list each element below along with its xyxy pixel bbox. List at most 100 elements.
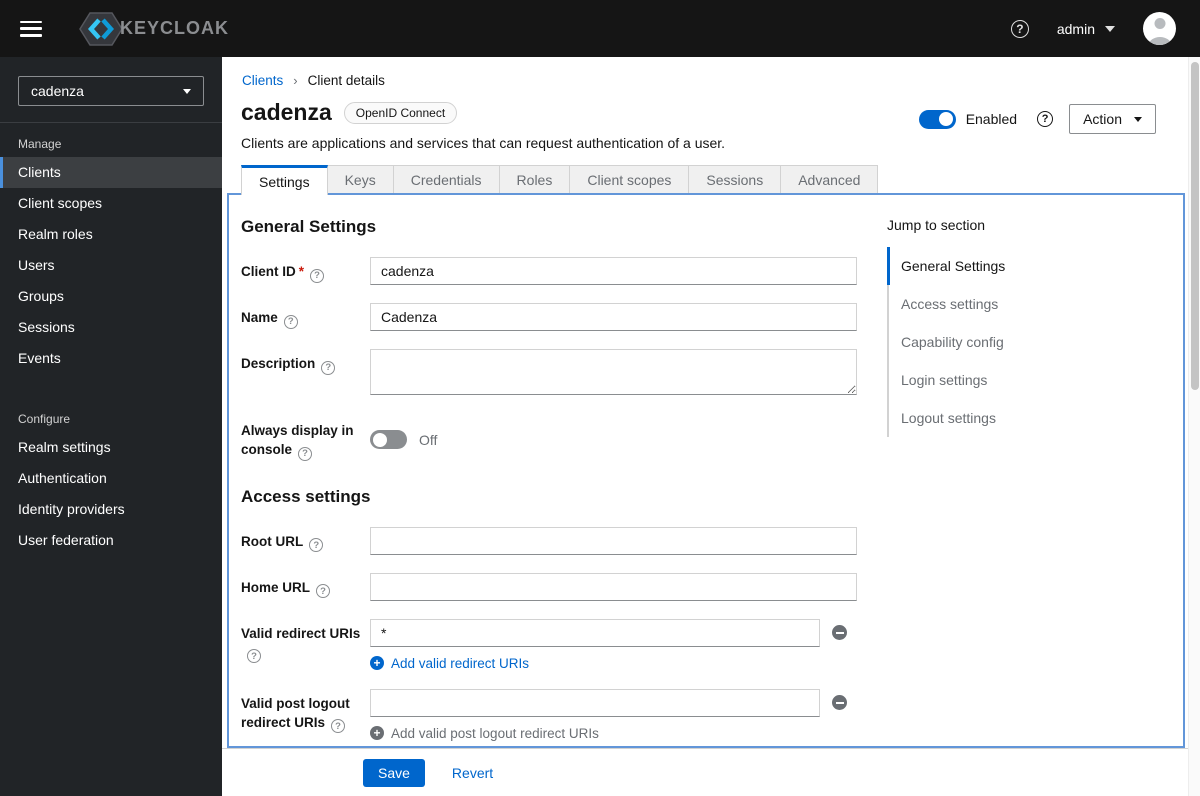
realm-selector-value: cadenza (31, 83, 84, 99)
jump-item-logout-settings[interactable]: Logout settings (887, 399, 1167, 437)
sidebar-item-realm-settings[interactable]: Realm settings (0, 432, 222, 463)
menu-toggle-icon[interactable] (20, 20, 42, 37)
help-icon[interactable] (309, 538, 324, 552)
action-dropdown[interactable]: Action (1069, 104, 1156, 134)
jump-item-access-settings[interactable]: Access settings (887, 285, 1167, 323)
settings-panel: General Settings Client ID* Name (227, 193, 1185, 748)
nav-group-title-manage: Manage (18, 137, 62, 151)
access-settings-heading: Access settings (241, 486, 371, 506)
root-url-row: Root URL (241, 526, 869, 555)
remove-post-logout-uri-button[interactable] (832, 695, 847, 710)
scrollbar-thumb[interactable] (1191, 62, 1199, 390)
always-display-row: Always display in console Off (241, 416, 869, 461)
sidebar: cadenza Manage Clients Client scopes Rea… (0, 57, 222, 796)
nav-group-title-configure: Configure (18, 412, 71, 426)
sidebar-item-identity-providers[interactable]: Identity providers (0, 494, 222, 525)
tab-sessions[interactable]: Sessions (689, 165, 782, 193)
username: admin (1056, 20, 1095, 37)
valid-redirect-uri-input[interactable] (370, 618, 820, 647)
sidebar-item-events[interactable]: Events (0, 343, 222, 374)
chevron-down-icon (183, 88, 191, 94)
help-icon[interactable] (298, 446, 313, 461)
description-label: Description (241, 356, 316, 371)
help-icon[interactable] (247, 649, 261, 663)
name-input[interactable] (370, 303, 857, 331)
post-logout-uri-input[interactable] (370, 688, 820, 717)
name-label: Name (241, 310, 278, 325)
always-display-toggle[interactable] (370, 430, 407, 450)
jump-item-general-settings[interactable]: General Settings (887, 247, 1167, 285)
valid-redirect-uris-row: Valid redirect URIs + Add valid redirect… (241, 618, 869, 671)
masthead: KEYCLOAK ? admin (0, 0, 1200, 57)
jump-item-login-settings[interactable]: Login settings (887, 361, 1167, 399)
tab-roles[interactable]: Roles (499, 165, 571, 193)
keycloak-logo-icon (79, 11, 123, 46)
revert-button[interactable]: Revert (452, 765, 493, 781)
toggle-state-label: Off (419, 431, 438, 448)
tab-settings[interactable]: Settings (241, 165, 328, 195)
home-url-row: Home URL (241, 572, 869, 601)
required-indicator: * (298, 264, 305, 279)
realm-selector[interactable]: cadenza (18, 76, 204, 106)
sidebar-item-sessions[interactable]: Sessions (0, 312, 222, 343)
main-content: Clients Client details cadenza OpenID Co… (222, 57, 1200, 796)
help-icon[interactable] (310, 268, 325, 283)
enabled-label: Enabled (965, 111, 1018, 127)
page-header: cadenza OpenID Connect Clients are appli… (241, 99, 725, 151)
keycloak-logo: KEYCLOAK (78, 10, 229, 48)
breadcrumb: Clients Client details (242, 73, 385, 88)
tab-client-scopes[interactable]: Client scopes (570, 165, 690, 193)
save-button[interactable]: Save (363, 758, 425, 787)
page-subtitle: Clients are applications and services th… (241, 135, 726, 151)
sidebar-item-authentication[interactable]: Authentication (0, 463, 222, 494)
name-row: Name (241, 303, 869, 331)
user-menu-dropdown[interactable]: admin (1057, 21, 1115, 37)
brand-text: KEYCLOAK (120, 18, 230, 38)
help-icon[interactable]: ? (1010, 19, 1029, 38)
breadcrumb-clients-link[interactable]: Clients (242, 73, 283, 88)
help-icon[interactable] (331, 719, 346, 733)
chevron-down-icon (1134, 116, 1142, 122)
sidebar-item-users[interactable]: Users (0, 250, 222, 281)
enabled-toggle[interactable] (918, 109, 956, 129)
tab-advanced[interactable]: Advanced (781, 165, 879, 193)
root-url-input[interactable] (370, 526, 857, 555)
plus-circle-icon: + (370, 656, 384, 670)
remove-redirect-uri-button[interactable] (832, 625, 847, 640)
avatar[interactable] (1143, 12, 1176, 45)
help-icon[interactable] (321, 360, 336, 375)
help-icon[interactable] (316, 584, 331, 598)
sidebar-item-clients[interactable]: Clients (0, 157, 222, 188)
protocol-badge: OpenID Connect (343, 101, 458, 124)
client-id-row: Client ID * (241, 257, 869, 285)
tab-credentials[interactable]: Credentials (393, 165, 500, 193)
home-url-label: Home URL (241, 579, 311, 595)
add-redirect-uri-button[interactable]: + Add valid redirect URIs (370, 656, 529, 671)
description-textarea[interactable] (370, 349, 857, 395)
description-row: Description (241, 349, 869, 398)
sidebar-item-groups[interactable]: Groups (0, 281, 222, 312)
sidebar-item-realm-roles[interactable]: Realm roles (0, 219, 222, 250)
jump-item-capability-config[interactable]: Capability config (887, 323, 1167, 361)
help-icon[interactable] (1037, 111, 1054, 127)
jump-to-section-title: Jump to section (887, 217, 986, 233)
tab-bar: Settings Keys Credentials Roles Client s… (241, 165, 879, 195)
chevron-down-icon (1105, 25, 1115, 32)
post-logout-uris-row: Valid post logout redirect URIs + Add va… (241, 688, 869, 741)
add-post-logout-uri-button[interactable]: + Add valid post logout redirect URIs (370, 726, 599, 741)
keycloak-admin-console: KEYCLOAK ? admin cadenza Manage Clients … (0, 0, 1200, 796)
header-controls: Enabled Action (918, 104, 1156, 134)
tab-keys[interactable]: Keys (327, 165, 394, 193)
client-id-label: Client ID (241, 264, 296, 279)
breadcrumb-separator-icon (293, 73, 297, 88)
form-footer: Save Revert (222, 748, 1188, 796)
sidebar-nav: Manage Clients Client scopes Realm roles… (0, 123, 222, 556)
scrollbar[interactable] (1188, 57, 1200, 796)
help-icon[interactable] (283, 314, 298, 329)
general-settings-heading: General Settings (241, 217, 377, 236)
sidebar-item-client-scopes[interactable]: Client scopes (0, 188, 222, 219)
client-id-input[interactable] (370, 257, 857, 285)
home-url-input[interactable] (370, 572, 857, 601)
sidebar-item-user-federation[interactable]: User federation (0, 525, 222, 556)
jump-to-section: Jump to section General Settings Access … (887, 195, 1167, 437)
